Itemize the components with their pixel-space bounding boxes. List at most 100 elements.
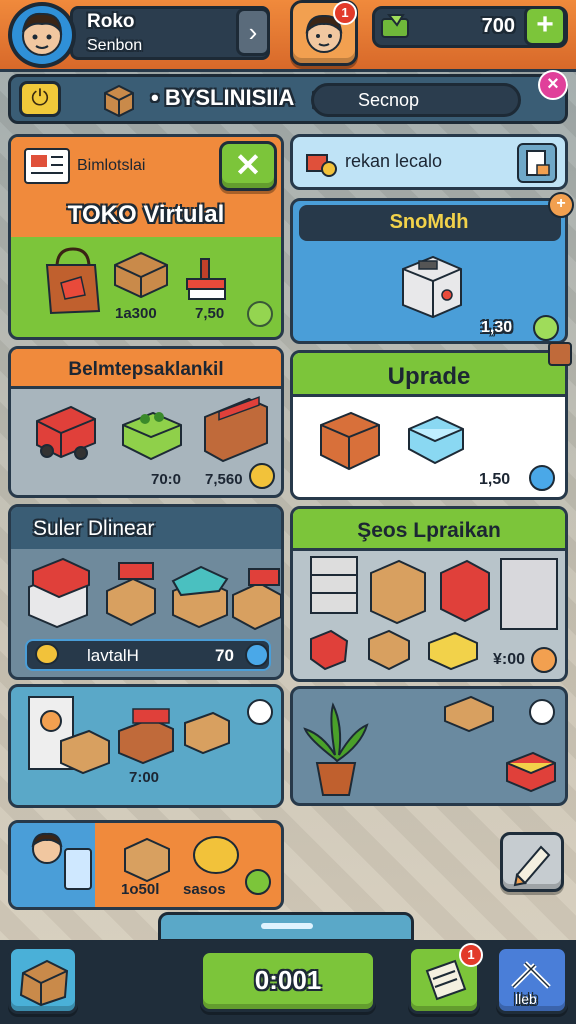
cart-icon [444, 695, 494, 733]
profile-check-icon[interactable] [245, 869, 271, 895]
sevs-coin-icon[interactable] [531, 647, 557, 673]
belm-panel[interactable]: Belmtepsaklankil 70:0 7,560 [8, 346, 284, 498]
market-stall-icon [204, 396, 268, 463]
belm-price-2: 7,560 [205, 471, 243, 488]
crate-icon [114, 251, 168, 299]
scroll-handle[interactable] [158, 912, 414, 942]
toko-tag: Bimlotslai [77, 157, 146, 174]
shelf-panel[interactable]: 7:00 [8, 684, 284, 808]
power-button[interactable]: ⏻ [19, 81, 61, 117]
truck-icon [36, 405, 96, 460]
tools-icon [511, 961, 551, 989]
shelf-info-icon[interactable] [247, 699, 273, 725]
snomdh-panel[interactable]: SnoMdh 1,30 [290, 198, 568, 344]
power-icon: ⏻ [31, 85, 49, 110]
toko-price-1: 1a300 [115, 305, 157, 322]
tools-icon [306, 154, 337, 177]
manager-avatar-icon [31, 832, 92, 890]
atm-shelves-icon [28, 696, 230, 775]
receipt-icon [526, 150, 550, 176]
player-avatar[interactable] [8, 2, 76, 68]
suller-bar-value: 70 [215, 646, 234, 665]
toko-close-button[interactable]: ✕ [219, 141, 277, 191]
snomdh-title: SnoMdh [389, 211, 469, 233]
barrel-icon [548, 342, 572, 366]
safe-icon [402, 255, 462, 319]
shelf-price: 7:00 [129, 769, 160, 786]
belm-title: Belmtepsaklankil [68, 359, 224, 380]
friend-button[interactable]: 1 [290, 0, 358, 66]
toko-price-2: 7,50 [195, 305, 225, 322]
profile-arrow-button[interactable]: › [236, 8, 270, 56]
plant-icon [303, 702, 369, 796]
business-title: • BYSLINISIIA [151, 85, 295, 110]
scroll-grip [261, 923, 313, 929]
sevs-panel[interactable]: Şeos Lpraikan ¥:00 [290, 506, 568, 682]
box-icon [124, 837, 170, 883]
build-button[interactable]: lleb [496, 946, 568, 1014]
freezer-icon [408, 415, 464, 465]
plus-icon: + [556, 195, 566, 212]
sevs-price: ¥:00 [493, 651, 526, 668]
search-field[interactable]: Secnop [311, 83, 521, 117]
close-icon[interactable]: × [538, 70, 568, 100]
plant-panel[interactable] [290, 686, 568, 806]
nav-bar: ⏻ • BYSLINISIIA Secnop [8, 74, 568, 124]
gift-icon [506, 751, 556, 793]
player-subtitle: Senbon [87, 37, 143, 54]
upgrade-panel[interactable]: Uprade 1,50 [290, 350, 568, 500]
coin-stack-icon [35, 643, 59, 665]
build-label: lleb [515, 991, 537, 1007]
cash-value: 700 [481, 15, 515, 37]
receipt-button[interactable] [517, 143, 557, 183]
suller-title: Suler Dlinear [33, 517, 155, 540]
lecalo-title: rekan lecalo [345, 151, 443, 171]
cash-icon [381, 14, 409, 38]
profile-price-2: sasos [183, 881, 226, 898]
box-icon [104, 84, 134, 118]
toko-virtual-panel[interactable]: Bimlotslai ✕ TOKO Virtulal 1a300 7,50 [8, 134, 284, 340]
newspaper-icon [24, 148, 70, 184]
inventory-button[interactable] [8, 946, 78, 1014]
sevs-title: Şeos Lpraikan [357, 519, 501, 542]
plus-icon: + [536, 8, 554, 41]
stalls-row-icon [28, 557, 281, 631]
upgrade-price: 1,50 [479, 471, 511, 488]
suller-panel[interactable]: Suler Dlinear lavtalH 70 [8, 504, 284, 680]
edit-button[interactable] [500, 832, 564, 892]
profile-price-1: 1o50l [121, 881, 160, 898]
snomdh-price: 1,30 [481, 319, 513, 336]
add-cash-button[interactable]: + [524, 6, 566, 46]
shelf-crate-icon [320, 411, 380, 471]
search-text: Secnop [358, 90, 420, 110]
close-icon: ✕ [234, 147, 262, 183]
plant-info-icon[interactable] [529, 699, 555, 725]
center-counter-button[interactable]: 0:001 [200, 950, 376, 1012]
tasks-button[interactable]: 1 [408, 943, 483, 1014]
produce-crate-icon [122, 411, 182, 461]
chevron-right-icon: › [248, 17, 258, 47]
belm-price-1: 70:0 [151, 471, 182, 488]
check-coin-icon[interactable] [247, 301, 273, 327]
lecalo-panel[interactable]: rekan lecalo [290, 134, 568, 190]
profile-panel[interactable]: 1o50l sasos [8, 820, 284, 910]
suller-progress-bar[interactable]: lavtalH 70 [25, 639, 271, 671]
add-slot-button[interactable]: + [548, 192, 574, 218]
tasks-badge: 1 [459, 943, 483, 967]
bag-icon [45, 247, 101, 315]
player-name: Roko [87, 11, 135, 32]
info-icon[interactable] [245, 643, 269, 667]
coin-jar-icon [193, 836, 239, 874]
belm-coin-icon[interactable] [249, 463, 275, 489]
suller-bar-label: lavtalH [87, 646, 139, 665]
upgrade-title: Uprade [387, 363, 471, 390]
pencil-icon [513, 845, 551, 887]
upgrade-coin-icon[interactable] [529, 465, 555, 491]
center-counter-value: 0:001 [254, 965, 322, 995]
bag-icon [19, 959, 69, 1007]
snomdh-coin-icon[interactable] [533, 315, 559, 341]
books-icon [186, 258, 226, 300]
toko-title: TOKO Virtulal [67, 201, 225, 228]
friend-badge: 1 [333, 1, 357, 25]
user-avatar-icon [22, 12, 63, 56]
